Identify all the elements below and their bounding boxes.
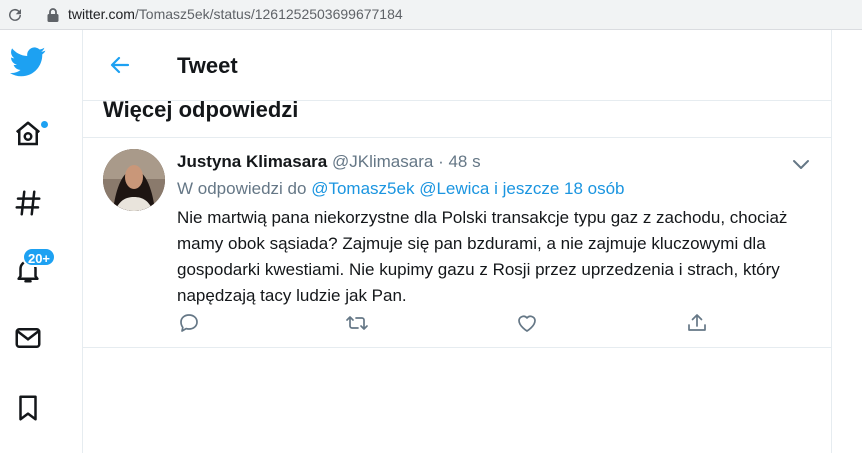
nav-messages[interactable]: [8, 318, 48, 358]
reply-icon[interactable]: [177, 311, 201, 335]
notifications-badge: 20+: [22, 247, 56, 267]
separator-dot: ·: [438, 152, 444, 171]
reply-context: W odpowiedzi do @Tomasz5ek @Lewica i jes…: [177, 179, 625, 199]
tweet[interactable]: Justyna Klimasara @JKlimasara · 48 s W o…: [83, 138, 831, 348]
share-icon[interactable]: [685, 311, 709, 335]
lock-icon[interactable]: [46, 7, 60, 23]
reply-more-link[interactable]: i jeszcze 18 osób: [494, 179, 624, 198]
address-field[interactable]: twitter.com/Tomasz5ek/status/12612525036…: [68, 6, 403, 22]
arrow-left-icon: [110, 56, 130, 74]
tweet-time[interactable]: 48 s: [448, 152, 480, 171]
back-button[interactable]: [105, 50, 135, 80]
avatar[interactable]: [103, 149, 165, 211]
url-path: /Tomasz5ek/status/1261252503699677184: [134, 6, 403, 22]
author-name[interactable]: Justyna Klimasara: [177, 152, 327, 171]
heart-icon[interactable]: [515, 311, 539, 335]
nav-explore[interactable]: [8, 183, 48, 223]
nav-notifications[interactable]: 20+: [8, 247, 56, 290]
hashtag-icon: [15, 190, 41, 216]
tweet-header: Justyna Klimasara @JKlimasara · 48 s: [177, 152, 481, 172]
bookmark-icon: [19, 395, 37, 421]
main-column: Tweet Więcej odpowiedzi Justyna Klimasar…: [82, 30, 832, 453]
sidebar-nav: 20+: [0, 30, 56, 453]
reply-mention-2[interactable]: @Lewica: [419, 179, 489, 198]
author-handle[interactable]: @JKlimasara: [332, 152, 433, 171]
browser-url-bar: twitter.com/Tomasz5ek/status/12612525036…: [0, 0, 862, 30]
home-icon: [15, 121, 41, 146]
retweet-icon[interactable]: [345, 311, 369, 335]
tweet-text: Nie martwią pana niekorzystne dla Polski…: [177, 208, 788, 305]
nav-home[interactable]: [8, 114, 49, 154]
more-replies-section-header: Więcej odpowiedzi: [83, 97, 831, 138]
section-title: Więcej odpowiedzi: [103, 97, 299, 122]
tweet-actions: [177, 311, 717, 335]
home-notification-dot: [40, 120, 49, 129]
reply-prefix: W odpowiedzi do: [177, 179, 307, 198]
nav-bookmarks[interactable]: [8, 388, 48, 428]
mail-icon: [15, 328, 41, 348]
twitter-logo-icon[interactable]: [8, 42, 48, 82]
reload-icon[interactable]: [6, 6, 24, 24]
url-host: twitter.com: [68, 6, 135, 22]
chevron-down-icon[interactable]: [789, 152, 813, 176]
reply-mention-1[interactable]: @Tomasz5ek: [311, 179, 414, 198]
page-header: Tweet: [83, 30, 831, 100]
page-title: Tweet: [177, 53, 238, 78]
